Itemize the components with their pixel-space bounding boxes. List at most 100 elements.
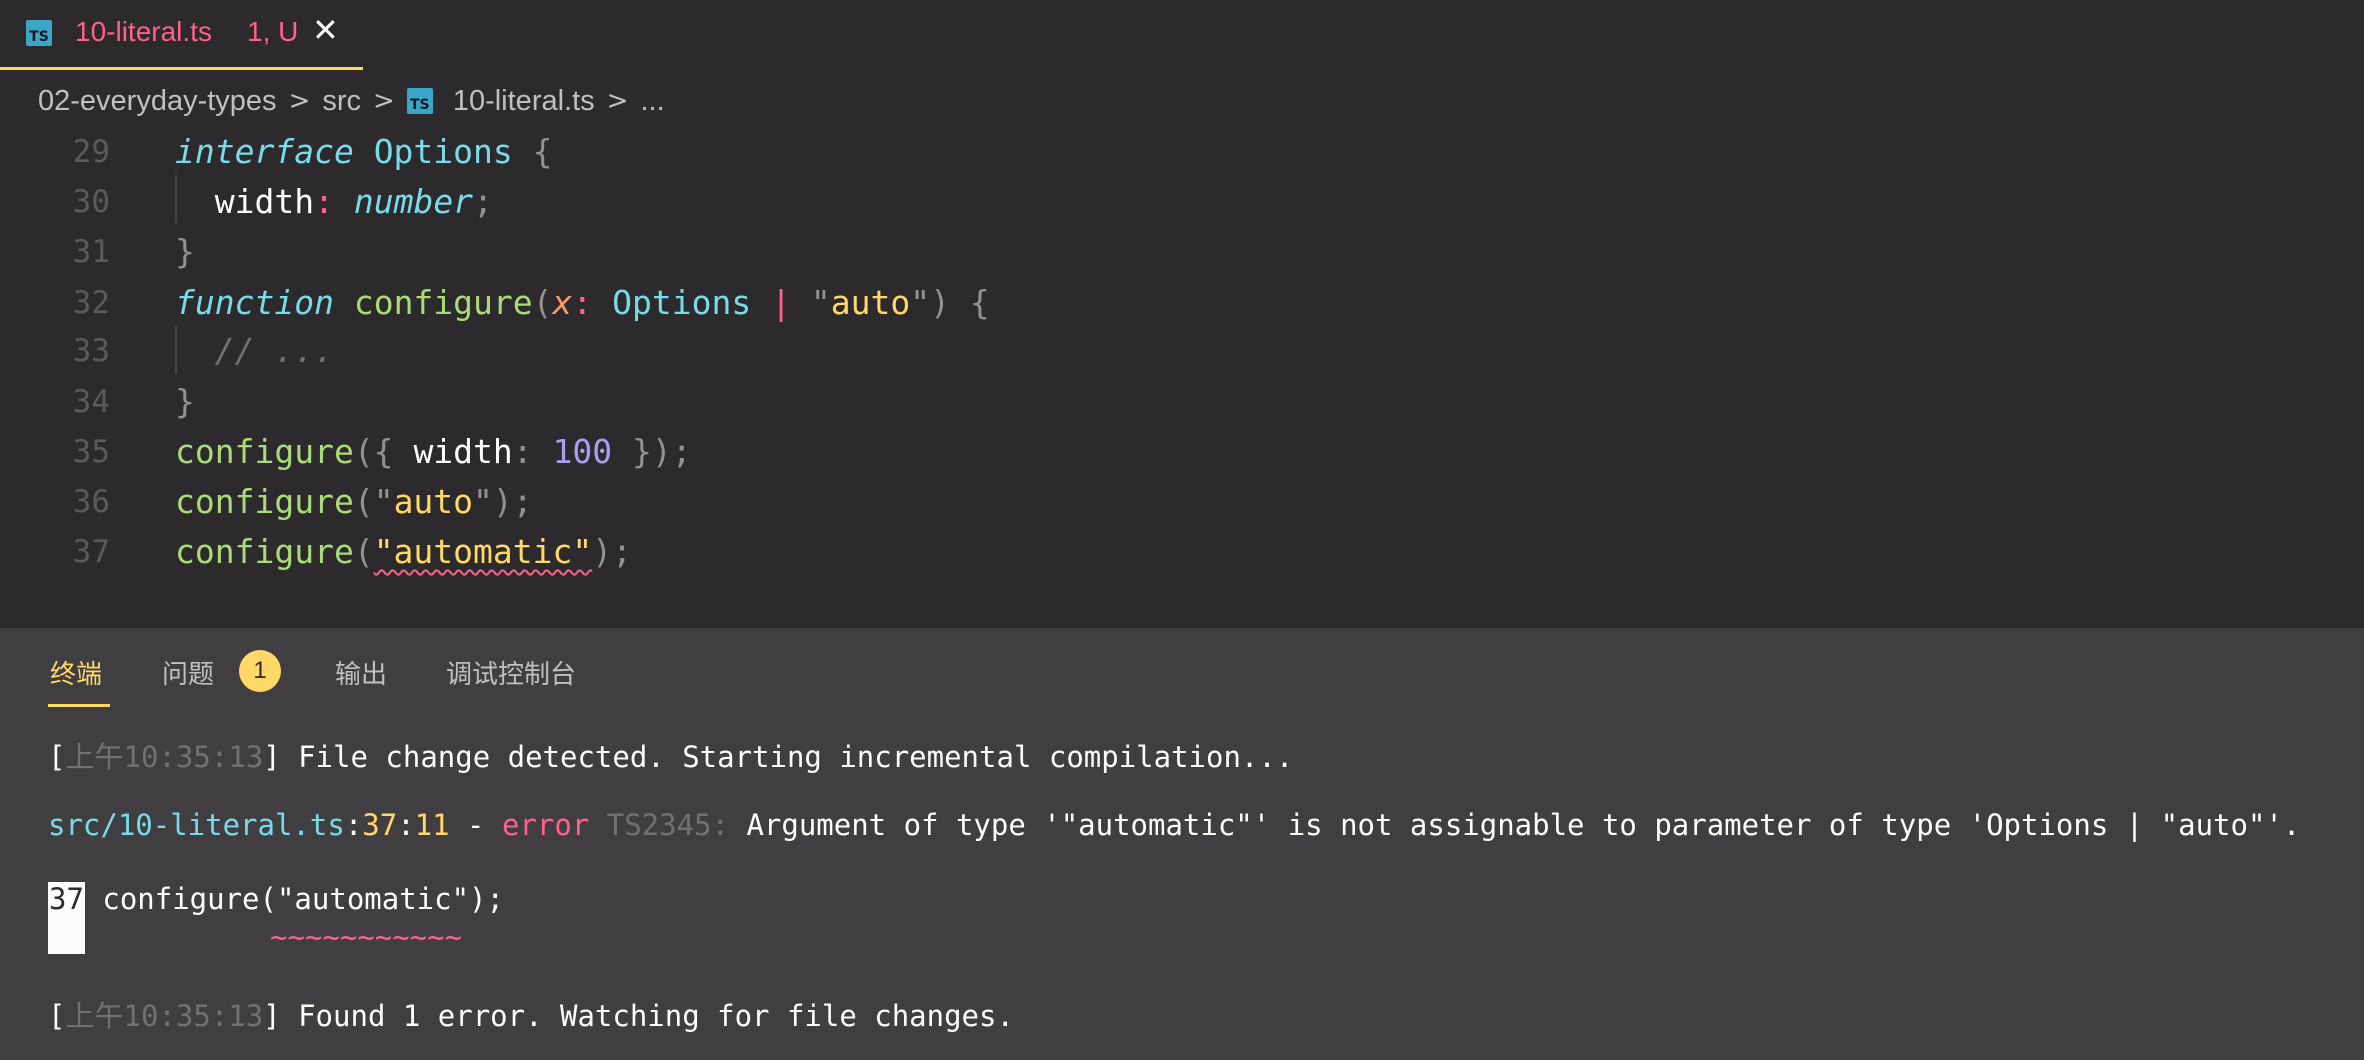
chevron-right-icon: > — [288, 86, 311, 116]
line-number: 32 — [72, 285, 110, 321]
terminal-line: [上午10:35:13] File change detected. Start… — [48, 734, 1293, 776]
token-comment: // ... — [214, 331, 334, 370]
token-punct: " — [810, 283, 831, 322]
token-punct: " — [373, 482, 394, 521]
terminal-gutter-number: 37 — [48, 882, 85, 954]
token-punct: ) — [930, 283, 950, 322]
chevron-right-icon: > — [606, 86, 629, 116]
terminal-timestamp: 10:35:13 — [123, 740, 264, 774]
token-punct: ; — [473, 182, 493, 221]
token-punct: ({ — [353, 432, 394, 471]
token-punct: : — [572, 283, 593, 322]
terminal-error-code: TS2345: — [589, 808, 729, 842]
code-line: 30 width: number; — [0, 178, 2364, 228]
token-function: configure — [175, 482, 354, 521]
close-icon[interactable]: ✕ — [312, 14, 339, 46]
tab-status-badge: 1, U — [247, 16, 299, 47]
terminal-text: ] — [263, 999, 281, 1033]
token-punct: ( — [532, 283, 553, 322]
editor-tab-bar: TS 10-literal.ts 1, U ✕ — [0, 0, 2364, 72]
line-number: 35 — [72, 434, 110, 470]
token-number: 100 — [552, 432, 613, 471]
tab-problems[interactable]: 问题 — [162, 654, 214, 691]
code-line: 31 } — [0, 228, 2364, 278]
line-number: 33 — [72, 333, 110, 369]
terminal-code-snippet: configure("automatic"); — [84, 882, 504, 916]
token-punct: " — [910, 283, 931, 322]
token-punct: { — [532, 132, 553, 171]
code-line: 36 configure("auto"); — [0, 478, 2364, 528]
terminal-text: : — [344, 808, 363, 842]
terminal-text: Found 1 error. Watching for file changes… — [280, 999, 1014, 1033]
token-type: Options — [612, 283, 752, 322]
token-punct: ( — [353, 532, 374, 571]
chevron-right-icon: > — [373, 86, 395, 116]
terminal-col-number: 11 — [414, 808, 450, 842]
code-line: 37 configure("automatic"); — [0, 528, 2364, 578]
breadcrumb-subfolder[interactable]: src — [322, 85, 361, 118]
token-function: configure — [175, 432, 354, 471]
token-function: configure — [353, 283, 533, 322]
terminal-error-message: Argument of type '"automatic"' is not as… — [728, 808, 2301, 842]
terminal-text: : — [397, 808, 415, 842]
line-number: 29 — [72, 134, 110, 170]
token-string: auto — [393, 482, 474, 521]
token-punct: : — [512, 432, 533, 471]
token-punct: ( — [353, 482, 374, 521]
token-punct: : — [314, 182, 334, 221]
terminal-error-tildes: ~~~~~~~~~~~ — [270, 920, 463, 954]
tab-terminal[interactable]: 终端 — [50, 654, 102, 691]
token-keyword: function — [175, 283, 334, 322]
token-string: auto — [830, 283, 911, 322]
tab-10-literal-ts[interactable]: TS 10-literal.ts 1, U ✕ — [0, 0, 363, 70]
terminal-file-link[interactable]: src/10-literal.ts — [48, 808, 345, 842]
bottom-panel: 终端 问题 1 输出 调试控制台 [上午10:35:13] File chang… — [0, 628, 2364, 1060]
typescript-file-icon: TS — [26, 20, 52, 46]
terminal-line: [上午10:35:13] Found 1 error. Watching for… — [48, 993, 1014, 1035]
breadcrumb-file[interactable]: 10-literal.ts — [453, 85, 595, 118]
token-punct: ); — [592, 532, 632, 571]
token-punct: }); — [632, 432, 692, 471]
line-number: 36 — [72, 484, 110, 520]
breadcrumb: 02-everyday-types > src > TS 10-literal.… — [38, 84, 665, 118]
terminal-text: - — [449, 808, 502, 842]
tab-filename: 10-literal.ts — [75, 16, 212, 47]
code-line: 32 function configure(x: Options | "auto… — [0, 279, 2364, 329]
code-line: 29 interface Options { — [0, 128, 2364, 178]
token-punct: " — [473, 482, 493, 521]
line-number: 30 — [72, 184, 110, 220]
token-punct: } — [175, 232, 195, 271]
terminal-text: 上午 — [65, 999, 124, 1033]
terminal-text: 上午 — [65, 740, 124, 774]
token-punct: } — [175, 382, 195, 421]
token-type: number — [353, 182, 474, 221]
code-line: 35 configure({ width: 100 }); — [0, 428, 2364, 478]
line-number: 34 — [72, 384, 110, 420]
token-param: x — [552, 283, 573, 322]
breadcrumb-more[interactable]: ... — [640, 85, 664, 118]
tab-debug-console[interactable]: 调试控制台 — [446, 654, 576, 691]
line-number: 31 — [72, 234, 110, 270]
token-operator: | — [771, 283, 791, 322]
terminal-line: src/10-literal.ts:37:11 - error TS2345: … — [48, 808, 2300, 842]
code-line: 34 } — [0, 378, 2364, 428]
terminal-timestamp: 10:35:13 — [123, 999, 264, 1033]
token-property: width — [214, 182, 315, 221]
token-punct: ); — [492, 482, 533, 521]
token-type: Options — [373, 132, 513, 171]
typescript-file-icon: TS — [406, 88, 433, 114]
token-function: configure — [175, 532, 354, 571]
active-tab-indicator — [48, 704, 110, 707]
line-number: 37 — [72, 534, 110, 570]
tab-output[interactable]: 输出 — [335, 654, 387, 691]
code-editor[interactable]: 29 interface Options { 30 width: number;… — [0, 128, 2364, 628]
error-squiggle-string[interactable]: "automatic" — [374, 532, 593, 571]
terminal-line-number: 37 — [362, 808, 398, 842]
problems-count-badge: 1 — [239, 650, 281, 692]
code-line: 33 // ... — [0, 327, 2364, 377]
breadcrumb-folder[interactable]: 02-everyday-types — [38, 85, 277, 118]
token-punct: { — [969, 283, 990, 322]
terminal-text: ] — [263, 740, 281, 774]
terminal-text: [ — [48, 740, 66, 774]
terminal-text: File change detected. Starting increment… — [280, 740, 1294, 774]
